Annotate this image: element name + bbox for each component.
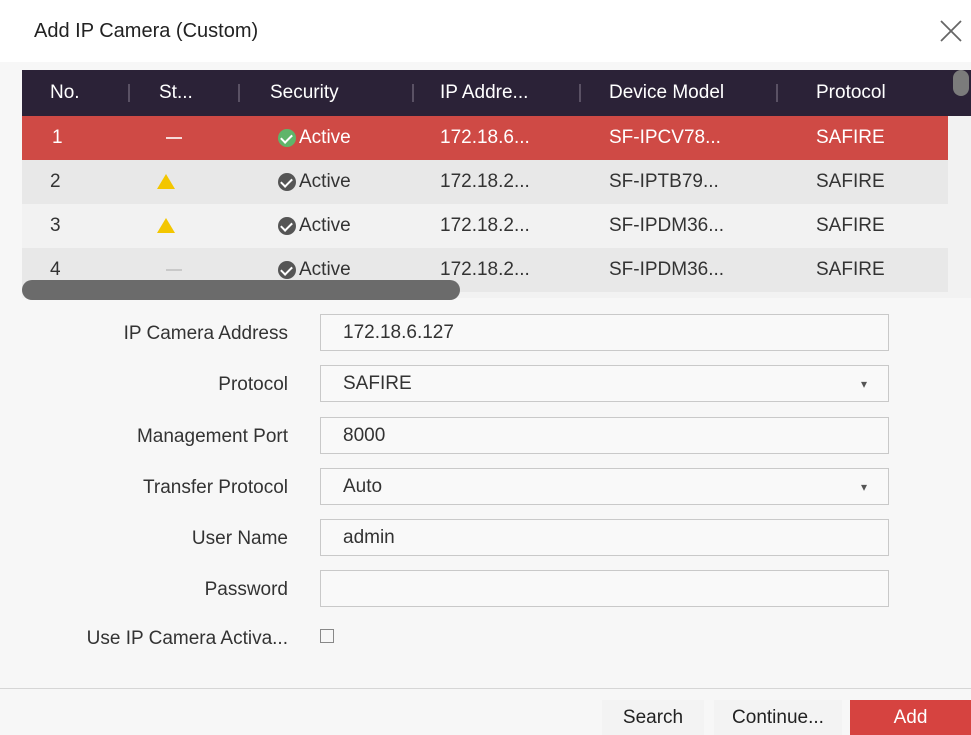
vertical-scroll-thumb[interactable] [953,70,969,96]
use-ip-camera-activation-checkbox[interactable] [320,629,334,643]
user-name-label: User Name [191,528,288,549]
search-button[interactable]: Search [602,700,704,735]
transfer-protocol-label: Transfer Protocol [142,477,288,498]
column-header-no[interactable]: No. [50,70,80,116]
column-header-protocol[interactable]: Protocol [816,70,886,116]
transfer-protocol-selected-value: Auto [343,476,383,497]
table-vertical-scrollbar[interactable] [951,70,971,298]
table-row[interactable]: 3 Active 172.18.2... SF-IPDM36... SAFIRE [22,204,948,248]
security-check-icon [278,129,296,147]
chevron-down-icon[interactable]: ▾ [850,478,878,496]
ip-camera-address-input[interactable]: 172.18.6.127 [320,314,889,351]
cell-security: Active [299,171,351,192]
protocol-selected-value: SAFIRE [343,373,412,394]
warning-icon [157,174,175,189]
warning-icon [157,218,175,233]
cell-security: Active [299,215,351,236]
cell-no: 1 [52,127,63,148]
security-check-icon [278,173,296,191]
transfer-protocol-select[interactable]: Auto ▾ [320,468,889,505]
cell-protocol: SAFIRE [816,171,885,192]
cell-ip-address: 172.18.6... [440,127,530,148]
ip-camera-address-label: IP Camera Address [123,323,288,344]
password-label: Password [204,579,288,600]
dialog-titlebar: Add IP Camera (Custom) [0,0,971,62]
cell-ip-address: 172.18.2... [440,171,530,192]
close-icon[interactable] [938,18,964,44]
protocol-select[interactable]: SAFIRE ▾ [320,365,889,402]
password-input[interactable] [320,570,889,607]
cell-no: 2 [50,171,61,192]
camera-table: No. St... Security IP Addre... Device Mo… [22,70,971,298]
chevron-down-icon[interactable]: ▾ [850,375,878,393]
cell-device-model: SF-IPTB79... [609,171,719,192]
management-port-input[interactable]: 8000 [320,417,889,454]
status-dash-icon [166,137,182,139]
footer-divider [0,688,971,689]
continue-button[interactable]: Continue... [714,700,842,735]
table-header: No. St... Security IP Addre... Device Mo… [22,70,971,116]
table-row[interactable]: 1 Active 172.18.6... SF-IPCV78... SAFIRE [22,116,948,160]
add-button[interactable]: Add [850,700,971,735]
table-horizontal-scrollbar[interactable] [22,280,971,300]
column-header-security[interactable]: Security [270,70,339,116]
column-divider[interactable] [579,84,581,102]
column-divider[interactable] [238,84,240,102]
column-header-ip-address[interactable]: IP Addre... [440,70,528,116]
cell-device-model: SF-IPDM36... [609,215,725,236]
cell-protocol: SAFIRE [816,215,885,236]
column-divider[interactable] [128,84,130,102]
horizontal-scroll-thumb[interactable] [22,280,460,300]
cell-no: 3 [50,215,61,236]
column-header-status[interactable]: St... [159,70,193,116]
cell-device-model: SF-IPCV78... [609,127,721,148]
security-check-icon [278,261,296,279]
cell-ip-address: 172.18.2... [440,215,530,236]
column-divider[interactable] [776,84,778,102]
column-header-device-model[interactable]: Device Model [609,70,724,116]
cell-protocol: SAFIRE [816,127,885,148]
status-dash-icon [166,269,182,271]
table-row[interactable]: 2 Active 172.18.2... SF-IPTB79... SAFIRE [22,160,948,204]
dialog-title: Add IP Camera (Custom) [34,20,259,42]
protocol-label: Protocol [218,374,288,395]
management-port-label: Management Port [136,426,288,447]
user-name-input[interactable]: admin [320,519,889,556]
use-ip-camera-activation-label: Use IP Camera Activa... [86,628,288,649]
cell-security: Active [299,127,351,148]
security-check-icon [278,217,296,235]
column-divider[interactable] [412,84,414,102]
